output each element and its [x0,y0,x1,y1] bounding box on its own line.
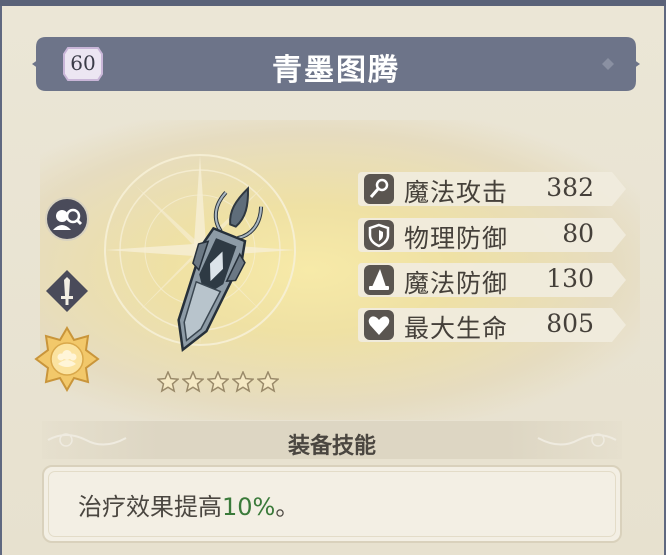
heart-icon [364,310,394,340]
stat-row: 魔法攻击 382 [358,170,628,208]
item-name: 青墨图腾 [272,53,400,88]
rarity-stars [157,371,287,395]
shield-icon [364,220,394,250]
skill-description: 治疗效果提高10%。 [78,487,299,522]
skill-header: 装备技能 [42,421,622,459]
stat-value: 130 [546,264,594,293]
skill-text-before: 治疗效果提高 [78,493,222,521]
star-icon [182,371,204,393]
totem-weapon-icon [177,186,264,353]
stat-label: 魔法攻击 [404,178,509,207]
stat-row: 魔法防御 130 [358,261,628,299]
sword-type-icon [46,270,88,312]
star-icon [232,371,254,393]
title-banner: 60 青墨图腾 [32,33,640,95]
stat-label: 物理防御 [404,224,509,253]
inspect-icon [45,197,89,241]
stat-value: 805 [546,309,594,338]
stat-label: 最大生命 [404,314,509,343]
gold-flower-icon [34,326,100,392]
stat-row: 最大生命 805 [358,306,628,344]
top-border [0,0,666,6]
wizard-hat-icon [364,265,394,295]
wand-icon [364,174,394,204]
skill-text-highlight: 10% [222,493,276,521]
stat-row: 物理防御 80 [358,216,628,254]
skill-text-after: 。 [275,493,300,521]
quality-badge [34,326,100,396]
skill-description-box: 治疗效果提高10%。 [42,465,622,543]
skill-header-label: 装备技能 [287,434,376,459]
star-icon [207,371,229,393]
star-icon [257,371,279,393]
stat-value: 80 [562,219,594,248]
stat-label: 魔法防御 [404,269,509,298]
stat-value: 382 [546,173,594,202]
weapon-type-badge [44,268,90,318]
inspect-button[interactable] [44,196,90,246]
star-icon [157,371,179,393]
